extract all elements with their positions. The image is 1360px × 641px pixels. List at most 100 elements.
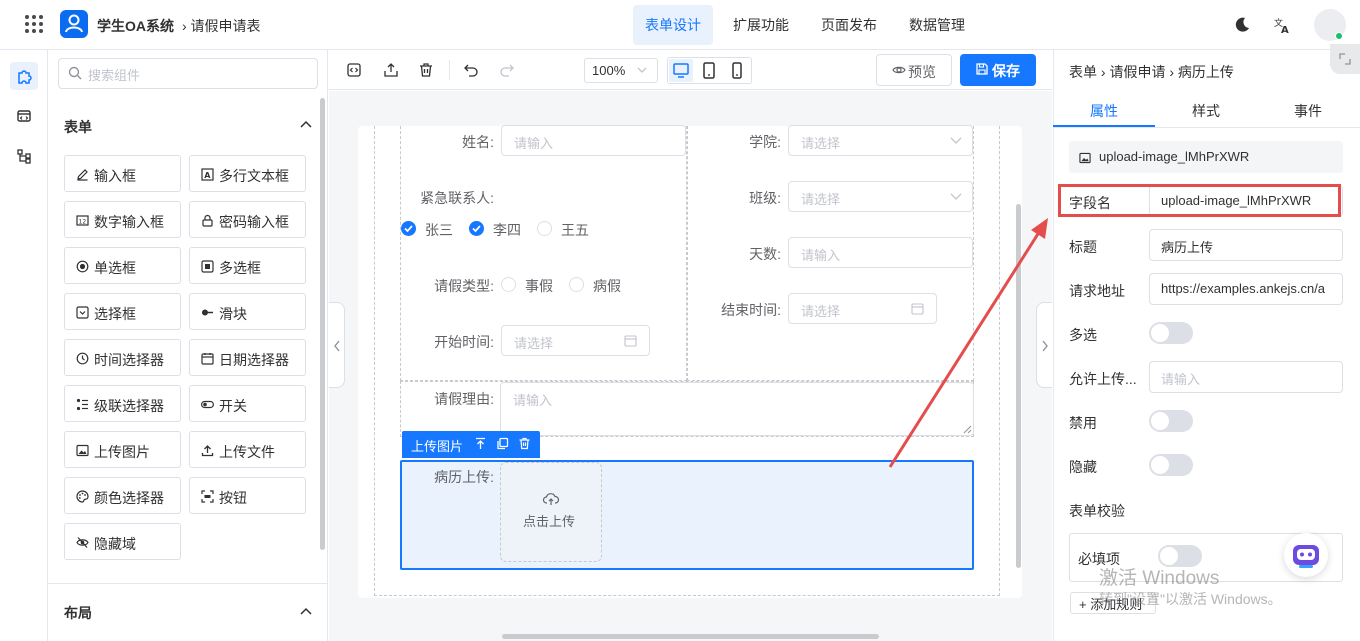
save-button[interactable]: 保存 [960, 54, 1036, 86]
textarea-icon: A [201, 168, 214, 181]
component-color-picker[interactable]: 颜色选择器 [64, 477, 181, 514]
contact-checkbox-wangwu[interactable] [537, 221, 552, 236]
start-time-placeholder: 请选择 [514, 336, 554, 351]
component-date-picker[interactable]: 日期选择器 [189, 339, 306, 376]
leave-type-radio-sick[interactable] [569, 277, 584, 292]
leave-type-radio-personal[interactable] [501, 277, 516, 292]
tab-data-manage[interactable]: 数据管理 [897, 5, 977, 45]
contact-checkbox-lisi[interactable] [469, 221, 484, 236]
assistant-bot-button[interactable] [1284, 533, 1328, 577]
rail-tree-button[interactable] [10, 142, 38, 170]
search-icon [68, 66, 82, 80]
disabled-switch[interactable] [1149, 410, 1193, 432]
calendar-icon [201, 352, 214, 365]
contact-option-label: 王五 [561, 222, 589, 238]
user-icon [65, 14, 83, 33]
component-password[interactable]: 密码输入框 [189, 201, 306, 238]
component-radio[interactable]: 单选框 [64, 247, 181, 284]
contact-checkbox-zhangsan[interactable] [401, 221, 416, 236]
component-time-picker[interactable]: 时间选择器 [64, 339, 181, 376]
apps-grid-icon[interactable] [24, 14, 44, 34]
component-switch[interactable]: 开关 [189, 385, 306, 422]
check-icon [472, 225, 481, 233]
url-value: https://examples.ankejs.cn/a [1161, 281, 1326, 296]
switch-knob [1151, 412, 1169, 430]
allow-upload-placeholder: 请输入 [1161, 372, 1201, 387]
tab-page-publish[interactable]: 页面发布 [809, 5, 889, 45]
tab-properties[interactable]: 属性 [1090, 101, 1118, 121]
slider-icon [201, 306, 214, 319]
component-slider[interactable]: 滑块 [189, 293, 306, 330]
component-upload-file[interactable]: 上传文件 [189, 431, 306, 468]
svg-text:A: A [1281, 25, 1289, 34]
monitor-icon [673, 63, 689, 78]
device-tablet-button[interactable] [697, 59, 721, 82]
preview-button[interactable]: 预览 [876, 54, 952, 86]
layout-section-title[interactable]: 布局 [64, 603, 92, 623]
college-placeholder: 请选择 [801, 136, 841, 151]
fullscreen-button[interactable] [1330, 44, 1360, 74]
component-select[interactable]: 选择框 [64, 293, 181, 330]
chevron-down-icon [950, 137, 962, 144]
breadcrumb-item[interactable]: 请假申请 [1109, 64, 1165, 80]
cascader-icon [76, 398, 89, 411]
panel-scrollbar[interactable] [320, 98, 325, 550]
leave-type-option-label: 病假 [593, 278, 621, 294]
name-placeholder: 请输入 [514, 136, 554, 151]
tab-style[interactable]: 样式 [1192, 101, 1220, 121]
translate-icon[interactable]: 文 A [1273, 16, 1291, 34]
hidden-switch[interactable] [1149, 454, 1193, 476]
svg-text:12: 12 [79, 219, 87, 226]
upload-label: 病历上传: [434, 469, 494, 485]
name-label: 姓名: [462, 134, 494, 150]
code-view-icon[interactable] [346, 62, 362, 78]
start-time-label: 开始时间: [434, 334, 494, 350]
form-section-title[interactable]: 表单 [64, 117, 92, 137]
component-upload-image[interactable]: 上传图片 [64, 431, 181, 468]
breadcrumb-item[interactable]: 病历上传 [1178, 64, 1234, 80]
reason-placeholder: 请输入 [513, 393, 553, 408]
redo-icon[interactable] [499, 62, 515, 78]
tab-form-design[interactable]: 表单设计 [633, 5, 713, 45]
move-top-icon[interactable] [474, 437, 487, 450]
copy-icon[interactable] [496, 437, 509, 450]
undo-icon[interactable] [463, 62, 479, 78]
canvas-horizontal-scrollbar[interactable] [502, 634, 879, 639]
breadcrumb-item[interactable]: 表单 [1069, 64, 1097, 80]
delete-icon[interactable] [518, 437, 531, 450]
component-cascader[interactable]: 级联选择器 [64, 385, 181, 422]
export-icon[interactable] [383, 62, 399, 78]
component-checkbox[interactable]: 多选框 [189, 247, 306, 284]
collapse-left-button[interactable] [329, 302, 345, 388]
trash-icon[interactable] [418, 62, 434, 78]
rail-code-button[interactable] [10, 102, 38, 130]
lock-icon [201, 214, 214, 227]
component-input[interactable]: 输入框 [64, 155, 181, 192]
tab-extensions[interactable]: 扩展功能 [721, 5, 801, 45]
allow-upload-label: 允许上传... [1069, 371, 1137, 387]
breadcrumb[interactable]: › 请假申请表 [182, 16, 261, 36]
check-icon [404, 225, 413, 233]
upload-button-label: 点击上传 [523, 514, 576, 529]
component-button[interactable]: 按钮 [189, 477, 306, 514]
component-hidden-field[interactable]: 隐藏域 [64, 523, 181, 560]
svg-text:A: A [204, 171, 211, 180]
tab-events[interactable]: 事件 [1294, 101, 1322, 121]
device-mobile-button[interactable] [725, 59, 749, 82]
class-label: 班级: [749, 190, 781, 206]
reason-label: 请假理由: [434, 391, 494, 407]
number-icon: 12 [76, 214, 89, 227]
moon-icon[interactable] [1233, 16, 1251, 34]
component-textarea[interactable]: A 多行文本框 [189, 155, 306, 192]
device-desktop-button[interactable] [669, 59, 693, 82]
eye-off-icon [76, 536, 89, 549]
rail-components-button[interactable] [10, 62, 38, 90]
chevron-down-icon [637, 67, 647, 73]
multiple-switch[interactable] [1149, 322, 1193, 344]
component-number-input[interactable]: 12 数字输入框 [64, 201, 181, 238]
chevron-down-icon [950, 193, 962, 200]
app-title: 学生OA系统 [97, 18, 174, 34]
chevron-up-icon[interactable] [300, 120, 312, 128]
chevron-up-icon[interactable] [300, 607, 312, 615]
multiple-label: 多选 [1069, 327, 1097, 343]
